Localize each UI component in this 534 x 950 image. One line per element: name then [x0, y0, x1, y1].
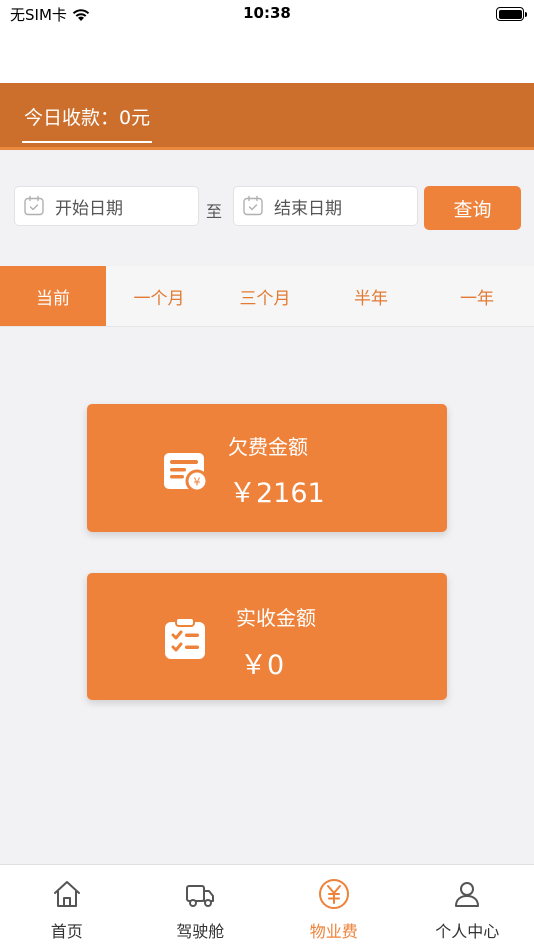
- banner-underline: [22, 141, 152, 143]
- tab-one-month[interactable]: 一个月: [106, 266, 212, 326]
- tabbar-item-personal-center[interactable]: 个人中心: [401, 865, 534, 950]
- received-amount-value: ￥0: [240, 650, 285, 681]
- tabbar-item-property-fee[interactable]: 物业费: [267, 865, 401, 950]
- owed-amount-value: ￥2161: [229, 478, 325, 509]
- person-icon: [455, 882, 480, 907]
- clipboard-checklist-icon: [165, 617, 205, 659]
- end-date-field[interactable]: 结束日期: [233, 186, 418, 226]
- period-tabs: 当前 一个月 三个月 半年 一年: [0, 266, 534, 327]
- tab-one-year[interactable]: 一年: [424, 266, 530, 326]
- received-amount-title: 实收金额: [236, 606, 316, 630]
- nav-bar: [0, 30, 534, 83]
- end-date-placeholder: 结束日期: [274, 198, 342, 219]
- today-income-label: 今日收款：0元: [24, 107, 151, 129]
- bottom-tab-bar: 首页 驾驶舱 物业费 个人中心: [0, 864, 534, 950]
- date-range-separator: 至: [206, 202, 223, 221]
- tabbar-label-property-fee: 物业费: [309, 922, 358, 941]
- owed-amount-card[interactable]: ¥ 欠费金额 ￥2161: [87, 404, 447, 532]
- calendar-icon: [243, 195, 263, 216]
- home-icon: [53, 881, 80, 907]
- start-date-field[interactable]: 开始日期: [14, 186, 199, 226]
- income-banner: 今日收款：0元: [0, 83, 534, 150]
- tabbar-label-home: 首页: [50, 922, 83, 941]
- svg-text:¥: ¥: [194, 476, 201, 489]
- query-button[interactable]: 查询: [424, 186, 521, 230]
- date-filter: 开始日期 至 结束日期 查询: [0, 186, 534, 230]
- tabbar-item-cockpit[interactable]: 驾驶舱: [134, 865, 268, 950]
- start-date-placeholder: 开始日期: [55, 198, 123, 219]
- tabbar-label-personal-center: 个人中心: [435, 922, 500, 941]
- tab-current[interactable]: 当前: [0, 266, 106, 326]
- status-bar: 无SIM卡 10:38: [0, 0, 534, 30]
- tabbar-item-home[interactable]: 首页: [0, 865, 134, 950]
- status-time: 10:38: [243, 4, 291, 22]
- tab-three-months[interactable]: 三个月: [212, 266, 318, 326]
- yuan-circle-icon: [318, 879, 349, 909]
- owed-amount-title: 欠费金额: [228, 435, 308, 459]
- tab-half-year[interactable]: 半年: [318, 266, 424, 326]
- battery-icon: [496, 7, 527, 21]
- bill-yuan-icon: ¥: [164, 453, 209, 493]
- calendar-icon: [24, 195, 44, 216]
- received-amount-card[interactable]: 实收金额 ￥0: [87, 573, 447, 700]
- truck-icon: [186, 885, 215, 907]
- tabbar-label-cockpit: 驾驶舱: [176, 922, 225, 941]
